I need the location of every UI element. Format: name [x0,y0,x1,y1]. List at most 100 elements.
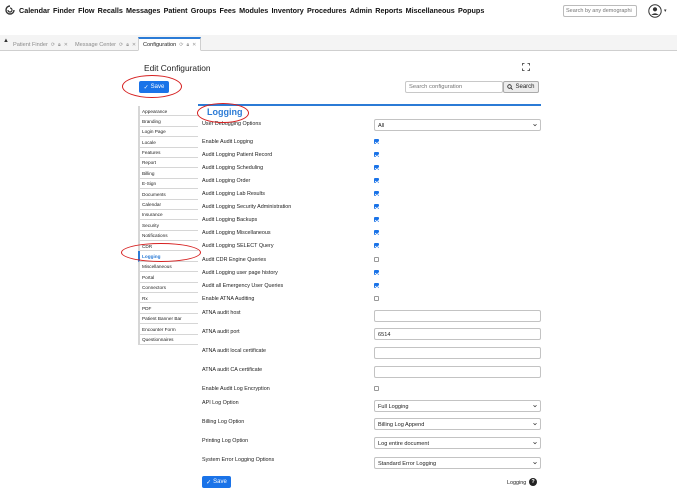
setting-label: Billing Log Option [202,419,245,425]
audit-scheduling-checkbox[interactable] [374,165,379,170]
sidebar-item-calendar[interactable]: Calendar [138,199,198,210]
sidebar-item-locale[interactable]: Locale [138,137,198,148]
enable-audit-logging-checkbox[interactable] [374,139,379,144]
lock-icon[interactable]: 🔒︎ [126,42,129,48]
user-avatar-icon[interactable] [648,4,662,18]
sidebar-item-patient-banner-bar[interactable]: Patient Banner Bar [138,313,198,325]
atna-host-input[interactable] [374,310,541,322]
tab-label: Patient Finder [13,41,48,48]
menu-item-fees[interactable]: Fees [220,6,236,15]
api-log-select[interactable]: Full Logging [374,400,541,412]
sidebar-item-notifications[interactable]: Notifications [138,230,198,242]
setting-label: Audit Logging Security Administration [202,204,292,210]
sidebar-item-security[interactable]: Security [138,220,198,231]
refresh-icon[interactable]: ⟳ [179,42,183,48]
sidebar-item-login-page[interactable]: Login Page [138,126,198,138]
menu-item-calendar[interactable]: Calendar [19,6,50,15]
sidebar-item-billing[interactable]: Billing [138,168,198,179]
bottom-save-button[interactable]: ✓ Save [202,476,231,488]
billing-log-select[interactable]: Billing Log Append [374,418,541,430]
audit-backups-checkbox[interactable] [374,217,379,222]
tab-configuration[interactable]: Configuration ⟳ 🔒︎ ✕ [138,37,202,51]
config-search-input[interactable] [405,81,503,93]
user-menu-caret-icon[interactable]: ▾ [664,8,667,14]
top-navbar: Calendar Finder Flow Recalls Messages Pa… [0,0,677,24]
close-icon[interactable]: ✕ [64,42,68,48]
sidebar-item-connectors[interactable]: Connectors [138,282,198,294]
setting-label: Audit Logging user page history [202,270,278,276]
setting-label: Audit Logging Patient Record [202,152,273,158]
menu-item-messages[interactable]: Messages [126,6,160,15]
main-menu: Calendar Finder Flow Recalls Messages Pa… [19,6,488,15]
sidebar-item-documents[interactable]: Documents [138,189,198,200]
chevron-down-icon [533,404,537,408]
menu-item-recalls[interactable]: Recalls [98,6,123,15]
refresh-icon[interactable]: ⟳ [51,42,55,48]
audit-encryption-checkbox[interactable] [374,386,379,391]
search-icon [507,84,514,90]
lock-icon[interactable]: 🔒︎ [186,42,189,48]
sidebar-item-e-sign[interactable]: E-Sign [138,178,198,190]
audit-miscellaneous-checkbox[interactable] [374,230,379,235]
menu-item-inventory[interactable]: Inventory [271,6,303,15]
audit-security-admin-checkbox[interactable] [374,204,379,209]
enable-atna-checkbox[interactable] [374,296,379,301]
highlight-save-circle [122,75,182,98]
menu-item-procedures[interactable]: Procedures [307,6,347,15]
system-error-log-select[interactable]: Standard Error Logging [374,457,541,469]
sidebar-item-pdf[interactable]: PDF [138,303,198,314]
setting-label: Audit Logging Scheduling [202,165,264,171]
menu-item-finder[interactable]: Finder [53,6,75,15]
sidebar-item-appearance[interactable]: Appearance [138,106,198,117]
atna-local-cert-input[interactable] [374,347,541,359]
menu-item-miscellaneous[interactable]: Miscellaneous [406,6,455,15]
sidebar-item-report[interactable]: Report [138,157,198,169]
close-icon[interactable]: ✕ [192,42,196,48]
tab-message-center[interactable]: Message Center ⟳ 🔒︎ ✕ [71,38,140,51]
sidebar-item-insurance[interactable]: Insurance [138,209,198,221]
expand-icon[interactable] [522,63,530,71]
sidebar-item-branding[interactable]: Branding [138,116,198,127]
printing-log-select[interactable]: Log entire document [374,437,541,449]
audit-patient-record-checkbox[interactable] [374,152,379,157]
tab-patient-finder[interactable]: Patient Finder ⟳ 🔒︎ ✕ [9,38,72,51]
atna-port-input[interactable]: 6514 [374,328,541,340]
menu-item-patient[interactable]: Patient [164,6,188,15]
close-icon[interactable]: ✕ [132,42,136,48]
audit-select-query-checkbox[interactable] [374,243,379,248]
global-search-input[interactable] [563,5,637,17]
setting-label: Audit Logging Backups [202,217,258,223]
audit-page-history-checkbox[interactable] [374,270,379,275]
tab-label: Message Center [75,41,117,48]
app-logo-icon[interactable] [5,5,15,15]
select-value: Log entire document [378,441,429,447]
sidebar-item-miscellaneous[interactable]: Miscellaneous [138,261,198,273]
sidebar-item-rx[interactable]: Rx [138,293,198,304]
audit-order-checkbox[interactable] [374,178,379,183]
audit-cdr-engine-checkbox[interactable] [374,257,379,262]
search-button[interactable]: Search [503,81,539,93]
sidebar-item-portal[interactable]: Portal [138,272,198,283]
setting-label: Audit Logging SELECT Query [202,243,274,249]
lock-icon[interactable]: 🔒︎ [58,42,61,48]
help-icon[interactable]: ? [529,478,537,486]
menu-item-flow[interactable]: Flow [78,6,94,15]
chevron-down-icon [533,123,537,127]
refresh-icon[interactable]: ⟳ [119,42,123,48]
setting-label: ATNA audit local certificate [202,348,267,354]
setting-label: Audit Logging Miscellaneous [202,230,271,236]
menu-item-popups[interactable]: Popups [458,6,484,15]
atna-ca-cert-input[interactable] [374,366,541,378]
section-divider [198,104,541,106]
menu-item-modules[interactable]: Modules [239,6,268,15]
select-value: Standard Error Logging [378,461,437,467]
audit-lab-results-checkbox[interactable] [374,191,379,196]
user-debugging-select[interactable]: All [374,119,541,131]
menu-item-admin[interactable]: Admin [350,6,372,15]
sidebar-item-encounter-form[interactable]: Encounter Form [138,324,198,335]
audit-emergency-queries-checkbox[interactable] [374,283,379,288]
sidebar-item-questionnaires[interactable]: Questionnaires [138,334,198,345]
sidebar-item-features[interactable]: Features [138,147,198,158]
menu-item-groups[interactable]: Groups [191,6,217,15]
menu-item-reports[interactable]: Reports [375,6,402,15]
